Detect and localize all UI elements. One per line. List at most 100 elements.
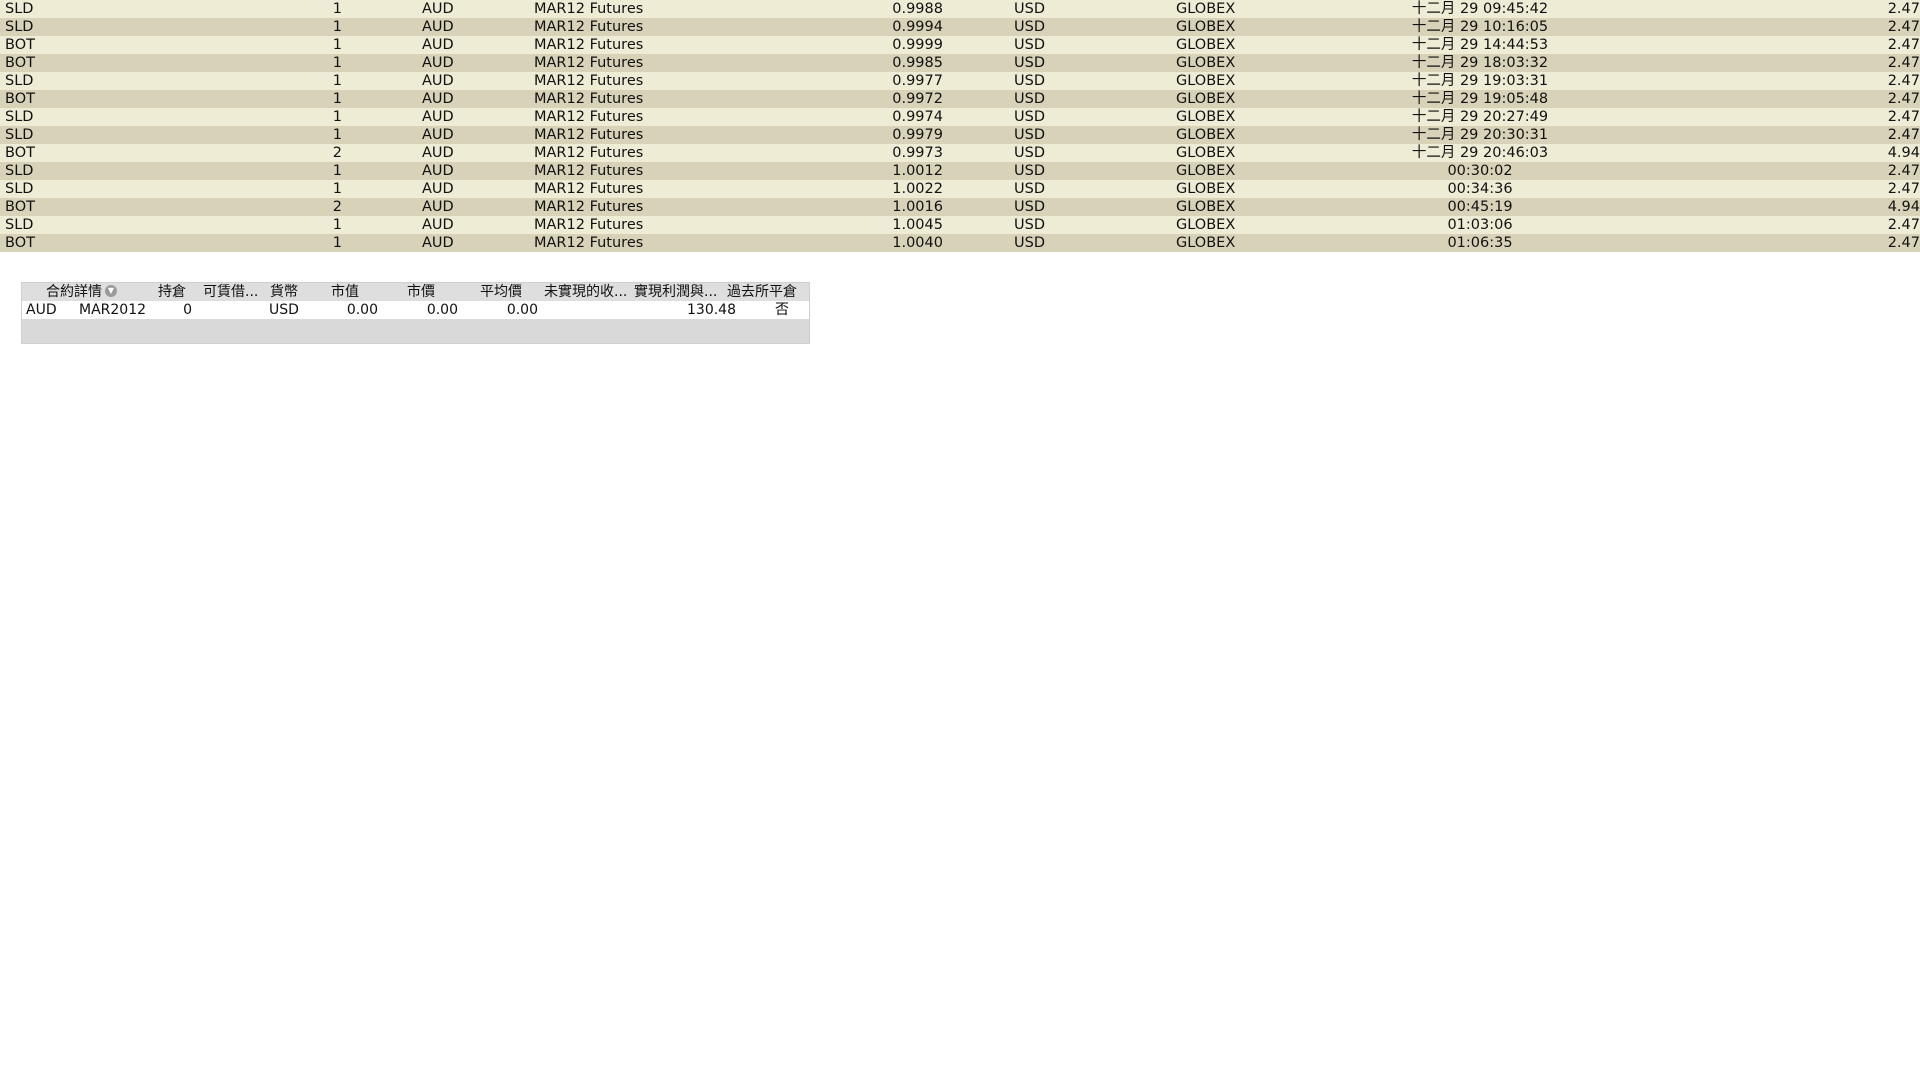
- header-shortable[interactable]: 可賃借...: [203, 283, 263, 301]
- cell-symbol: AUD: [422, 127, 454, 143]
- trade-row[interactable]: SLD 1 AUD MAR12 Futures 1.0012 USD GLOBEX 00:30…: [0, 162, 1920, 180]
- cell-exchange: GLOBEX: [1176, 181, 1236, 197]
- cell-description: MAR12 Futures: [534, 145, 644, 161]
- header-currency[interactable]: 貨幣: [270, 283, 298, 301]
- cell-price: 0.9979: [892, 127, 943, 143]
- cell-time: 十二月 29 20:27:49: [1411, 109, 1549, 125]
- cell-description: MAR12 Futures: [534, 19, 644, 35]
- cell-symbol: AUD: [422, 181, 454, 197]
- cell-price: 0.9973: [892, 145, 943, 161]
- header-realized-pnl[interactable]: 實現利潤與...: [634, 283, 730, 301]
- cell-symbol: AUD: [422, 199, 454, 215]
- trade-row[interactable]: SLD 1 AUD MAR12 Futures 0.9977 USD GLOBEX 十二月 2…: [0, 72, 1920, 90]
- cell-symbol: AUD: [422, 109, 454, 125]
- cell-quantity: 2: [332, 199, 342, 215]
- header-market-price[interactable]: 市價: [407, 283, 435, 301]
- cell-symbol: AUD: [422, 1, 454, 17]
- cell-action: SLD: [5, 127, 34, 143]
- cell-time: 00:34:36: [1447, 181, 1513, 197]
- cell-commission: 2.47: [1887, 217, 1920, 233]
- cell-currency: USD: [1014, 73, 1045, 89]
- cell-price: 0.9999: [892, 37, 943, 53]
- trades-table: SLD 1 AUD MAR12 Futures 0.9988 USD GLOBEX 十二月 2…: [0, 0, 1920, 252]
- cell-action: BOT: [5, 235, 35, 251]
- cell-description: MAR12 Futures: [534, 55, 644, 71]
- cell-price: 1.0045: [892, 217, 943, 233]
- cell-exchange: GLOBEX: [1176, 91, 1236, 107]
- cell-commission: 4.94: [1887, 199, 1920, 215]
- cell-action: SLD: [5, 19, 34, 35]
- cell-commission: 2.47: [1887, 181, 1920, 197]
- cell-time: 十二月 29 19:05:48: [1411, 91, 1549, 107]
- cell-symbol: AUD: [422, 145, 454, 161]
- cell-exchange: GLOBEX: [1176, 145, 1236, 161]
- cell-quantity: 1: [332, 1, 342, 17]
- cell-exchange: GLOBEX: [1176, 37, 1236, 53]
- cell-quantity: 1: [332, 73, 342, 89]
- cell-description: MAR12 Futures: [534, 1, 644, 17]
- cell-quantity: 1: [332, 55, 342, 71]
- trade-row[interactable]: BOT 1 AUD MAR12 Futures 0.9999 USD GLOBEX 十二月 2…: [0, 36, 1920, 54]
- cell-symbol: AUD: [422, 55, 454, 71]
- cell-time: 十二月 29 18:03:32: [1411, 55, 1549, 71]
- trade-row[interactable]: SLD 1 AUD MAR12 Futures 1.0045 USD GLOBEX 01:03…: [0, 216, 1920, 234]
- cell-currency: USD: [1014, 109, 1045, 125]
- cell-position: 0: [183, 302, 192, 318]
- trade-row[interactable]: BOT 2 AUD MAR12 Futures 1.0016 USD GLOBEX 00:45…: [0, 198, 1920, 216]
- header-contract-detail[interactable]: 合約詳情 ▼: [46, 283, 117, 301]
- cell-action: BOT: [5, 37, 35, 53]
- cell-currency: USD: [1014, 217, 1045, 233]
- trade-row[interactable]: BOT 1 AUD MAR12 Futures 1.0040 USD GLOBEX 01:06…: [0, 234, 1920, 252]
- cell-exchange: GLOBEX: [1176, 73, 1236, 89]
- trade-row[interactable]: SLD 1 AUD MAR12 Futures 0.9974 USD GLOBEX 十二月 2…: [0, 108, 1920, 126]
- cell-action: SLD: [5, 163, 34, 179]
- cell-action: BOT: [5, 199, 35, 215]
- cell-price: 1.0016: [892, 199, 943, 215]
- cell-expiry: MAR2012: [79, 302, 147, 318]
- cell-symbol: AUD: [422, 73, 454, 89]
- cell-action: BOT: [5, 55, 35, 71]
- cell-price: 0.9974: [892, 109, 943, 125]
- header-position[interactable]: 持倉: [158, 283, 186, 301]
- trade-row[interactable]: BOT 1 AUD MAR12 Futures 0.9972 USD GLOBEX 十二月 2…: [0, 90, 1920, 108]
- cell-closed: 否: [775, 302, 789, 318]
- chevron-down-circle-icon[interactable]: ▼: [105, 285, 117, 297]
- cell-action: SLD: [5, 73, 34, 89]
- cell-quantity: 1: [332, 217, 342, 233]
- cell-currency: USD: [1014, 163, 1045, 179]
- cell-currency: USD: [1014, 1, 1045, 17]
- cell-description: MAR12 Futures: [534, 163, 644, 179]
- cell-currency: USD: [1014, 199, 1045, 215]
- cell-price: 0.9977: [892, 73, 943, 89]
- trade-row[interactable]: SLD 1 AUD MAR12 Futures 1.0022 USD GLOBEX 00:34…: [0, 180, 1920, 198]
- cell-avg-price: 0.00: [506, 302, 538, 318]
- cell-description: MAR12 Futures: [534, 199, 644, 215]
- cell-symbol: AUD: [422, 19, 454, 35]
- cell-price: 1.0012: [892, 163, 943, 179]
- header-avg-price[interactable]: 平均價: [480, 283, 522, 301]
- cell-action: SLD: [5, 109, 34, 125]
- header-market-value[interactable]: 市值: [331, 283, 359, 301]
- cell-exchange: GLOBEX: [1176, 55, 1236, 71]
- cell-price: 0.9988: [892, 1, 943, 17]
- cell-description: MAR12 Futures: [534, 127, 644, 143]
- header-contract-detail-label: 合約詳情: [46, 284, 102, 300]
- header-unrealized-pnl[interactable]: 未實現的收...: [544, 283, 632, 301]
- cell-quantity: 1: [332, 91, 342, 107]
- cell-quantity: 1: [332, 109, 342, 125]
- header-closed[interactable]: 過去所平倉: [727, 283, 797, 301]
- trade-row[interactable]: SLD 1 AUD MAR12 Futures 0.9979 USD GLOBEX 十二月 2…: [0, 126, 1920, 144]
- cell-exchange: GLOBEX: [1176, 217, 1236, 233]
- trade-row[interactable]: BOT 2 AUD MAR12 Futures 0.9973 USD GLOBEX 十二月 2…: [0, 144, 1920, 162]
- trade-row[interactable]: BOT 1 AUD MAR12 Futures 0.9985 USD GLOBEX 十二月 2…: [0, 54, 1920, 72]
- portfolio-row[interactable]: AUD MAR2012 0 USD 0.00 0.00 0.00 130.48 …: [22, 301, 809, 319]
- cell-price: 0.9972: [892, 91, 943, 107]
- trade-row[interactable]: SLD 1 AUD MAR12 Futures 0.9988 USD GLOBEX 十二月 2…: [0, 0, 1920, 18]
- cell-time: 十二月 29 10:16:05: [1411, 19, 1549, 35]
- cell-price: 0.9994: [892, 19, 943, 35]
- cell-symbol: AUD: [422, 163, 454, 179]
- cell-quantity: 1: [332, 37, 342, 53]
- cell-symbol: AUD: [422, 217, 454, 233]
- trade-row[interactable]: SLD 1 AUD MAR12 Futures 0.9994 USD GLOBEX 十二月 2…: [0, 18, 1920, 36]
- cell-symbol: AUD: [422, 91, 454, 107]
